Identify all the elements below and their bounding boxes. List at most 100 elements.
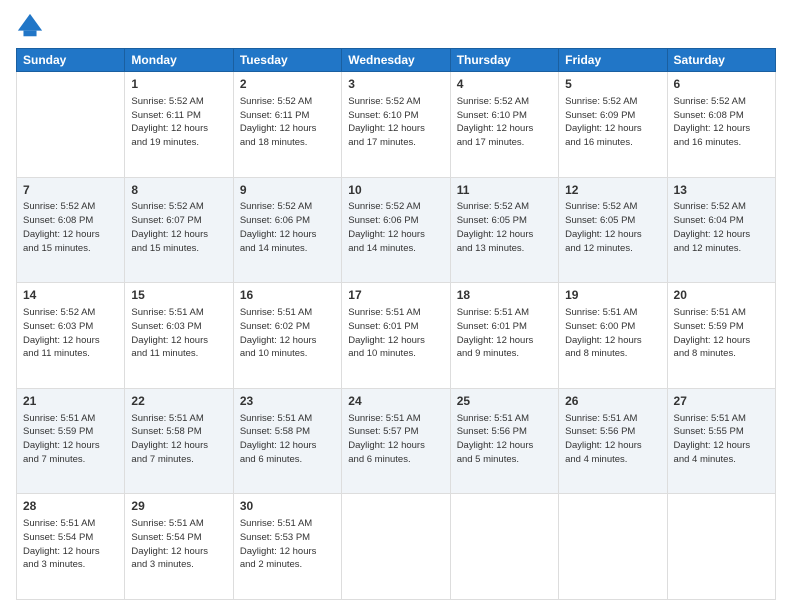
calendar-cell: 4 Sunrise: 5:52 AM Sunset: 6:10 PM Daylig… [450,72,558,178]
calendar-cell: 3 Sunrise: 5:52 AM Sunset: 6:10 PM Daylig… [342,72,450,178]
calendar-cell [342,494,450,600]
day-header-monday: Monday [125,49,233,72]
calendar-cell: 29 Sunrise: 5:51 AM Sunset: 5:54 PM Dayli… [125,494,233,600]
calendar-cell: 18 Sunrise: 5:51 AM Sunset: 6:01 PM Dayli… [450,283,558,389]
calendar-cell: 7Sunrise: 5:52 AM Sunset: 6:08 PM Daylig… [17,177,125,283]
day-number: 26 [565,393,660,410]
day-info: Sunrise: 5:51 AM Sunset: 5:55 PM Dayligh… [674,412,769,467]
day-number: 27 [674,393,769,410]
week-row-2: 7Sunrise: 5:52 AM Sunset: 6:08 PM Daylig… [17,177,776,283]
calendar-cell: 17 Sunrise: 5:51 AM Sunset: 6:01 PM Dayli… [342,283,450,389]
week-row-1: 1 Sunrise: 5:52 AM Sunset: 6:11 PM Daylig… [17,72,776,178]
day-info: Sunrise: 5:51 AM Sunset: 5:58 PM Dayligh… [240,412,335,467]
day-info: Sunrise: 5:52 AM Sunset: 6:05 PM Dayligh… [457,200,552,255]
calendar-cell: 28 Sunrise: 5:51 AM Sunset: 5:54 PM Dayli… [17,494,125,600]
day-header-sunday: Sunday [17,49,125,72]
day-info: Sunrise: 5:51 AM Sunset: 5:59 PM Dayligh… [674,306,769,361]
day-number: 5 [565,76,660,93]
day-info: Sunrise: 5:52 AM Sunset: 6:08 PM Dayligh… [23,200,118,255]
day-number: 29 [131,498,226,515]
calendar-cell: 9Sunrise: 5:52 AM Sunset: 6:06 PM Daylig… [233,177,341,283]
calendar-cell [450,494,558,600]
week-row-3: 14Sunrise: 5:52 AM Sunset: 6:03 PM Dayli… [17,283,776,389]
calendar-cell: 8Sunrise: 5:52 AM Sunset: 6:07 PM Daylig… [125,177,233,283]
day-number: 19 [565,287,660,304]
day-number: 2 [240,76,335,93]
calendar-cell: 24 Sunrise: 5:51 AM Sunset: 5:57 PM Dayli… [342,388,450,494]
day-number: 12 [565,182,660,199]
calendar-cell: 21 Sunrise: 5:51 AM Sunset: 5:59 PM Dayli… [17,388,125,494]
header-row: SundayMondayTuesdayWednesdayThursdayFrid… [17,49,776,72]
calendar-page: SundayMondayTuesdayWednesdayThursdayFrid… [0,0,792,612]
day-header-friday: Friday [559,49,667,72]
day-info: Sunrise: 5:51 AM Sunset: 5:53 PM Dayligh… [240,517,335,572]
day-number: 24 [348,393,443,410]
calendar-cell: 13Sunrise: 5:52 AM Sunset: 6:04 PM Dayli… [667,177,775,283]
calendar-cell: 2Sunrise: 5:52 AM Sunset: 6:11 PM Daylig… [233,72,341,178]
calendar-cell: 6Sunrise: 5:52 AM Sunset: 6:08 PM Daylig… [667,72,775,178]
calendar-cell: 23 Sunrise: 5:51 AM Sunset: 5:58 PM Dayli… [233,388,341,494]
calendar-cell: 26 Sunrise: 5:51 AM Sunset: 5:56 PM Dayli… [559,388,667,494]
day-number: 28 [23,498,118,515]
day-header-saturday: Saturday [667,49,775,72]
day-number: 20 [674,287,769,304]
day-info: Sunrise: 5:51 AM Sunset: 5:56 PM Dayligh… [457,412,552,467]
day-header-wednesday: Wednesday [342,49,450,72]
day-header-tuesday: Tuesday [233,49,341,72]
day-info: Sunrise: 5:51 AM Sunset: 6:03 PM Dayligh… [131,306,226,361]
calendar-table: SundayMondayTuesdayWednesdayThursdayFrid… [16,48,776,600]
week-row-5: 28 Sunrise: 5:51 AM Sunset: 5:54 PM Dayli… [17,494,776,600]
calendar-cell: 16Sunrise: 5:51 AM Sunset: 6:02 PM Dayli… [233,283,341,389]
calendar-cell: 5 Sunrise: 5:52 AM Sunset: 6:09 PM Daylig… [559,72,667,178]
day-info: Sunrise: 5:52 AM Sunset: 6:10 PM Dayligh… [348,95,443,150]
day-number: 18 [457,287,552,304]
day-number: 25 [457,393,552,410]
day-info: Sunrise: 5:52 AM Sunset: 6:08 PM Dayligh… [674,95,769,150]
day-info: Sunrise: 5:51 AM Sunset: 6:01 PM Dayligh… [457,306,552,361]
day-number: 7 [23,182,118,199]
calendar-cell: 10Sunrise: 5:52 AM Sunset: 6:06 PM Dayli… [342,177,450,283]
day-info: Sunrise: 5:52 AM Sunset: 6:06 PM Dayligh… [348,200,443,255]
calendar-cell: 22 Sunrise: 5:51 AM Sunset: 5:58 PM Dayli… [125,388,233,494]
day-number: 15 [131,287,226,304]
day-info: Sunrise: 5:52 AM Sunset: 6:04 PM Dayligh… [674,200,769,255]
day-info: Sunrise: 5:52 AM Sunset: 6:09 PM Dayligh… [565,95,660,150]
calendar-cell: 27 Sunrise: 5:51 AM Sunset: 5:55 PM Dayli… [667,388,775,494]
day-number: 21 [23,393,118,410]
day-info: Sunrise: 5:51 AM Sunset: 5:56 PM Dayligh… [565,412,660,467]
day-info: Sunrise: 5:52 AM Sunset: 6:10 PM Dayligh… [457,95,552,150]
day-info: Sunrise: 5:52 AM Sunset: 6:11 PM Dayligh… [131,95,226,150]
calendar-cell [667,494,775,600]
calendar-cell: 19Sunrise: 5:51 AM Sunset: 6:00 PM Dayli… [559,283,667,389]
day-info: Sunrise: 5:51 AM Sunset: 5:54 PM Dayligh… [131,517,226,572]
day-info: Sunrise: 5:51 AM Sunset: 5:58 PM Dayligh… [131,412,226,467]
day-number: 11 [457,182,552,199]
day-number: 22 [131,393,226,410]
calendar-cell: 20 Sunrise: 5:51 AM Sunset: 5:59 PM Dayli… [667,283,775,389]
day-number: 17 [348,287,443,304]
day-number: 9 [240,182,335,199]
day-info: Sunrise: 5:52 AM Sunset: 6:03 PM Dayligh… [23,306,118,361]
day-info: Sunrise: 5:51 AM Sunset: 5:57 PM Dayligh… [348,412,443,467]
day-number: 13 [674,182,769,199]
header [16,12,776,40]
day-info: Sunrise: 5:51 AM Sunset: 5:54 PM Dayligh… [23,517,118,572]
day-info: Sunrise: 5:51 AM Sunset: 6:01 PM Dayligh… [348,306,443,361]
calendar-cell [559,494,667,600]
day-number: 8 [131,182,226,199]
day-info: Sunrise: 5:51 AM Sunset: 5:59 PM Dayligh… [23,412,118,467]
calendar-cell: 30Sunrise: 5:51 AM Sunset: 5:53 PM Dayli… [233,494,341,600]
calendar-cell [17,72,125,178]
day-info: Sunrise: 5:52 AM Sunset: 6:06 PM Dayligh… [240,200,335,255]
day-number: 3 [348,76,443,93]
logo-icon [16,12,44,40]
day-info: Sunrise: 5:52 AM Sunset: 6:07 PM Dayligh… [131,200,226,255]
day-info: Sunrise: 5:52 AM Sunset: 6:05 PM Dayligh… [565,200,660,255]
calendar-cell: 1 Sunrise: 5:52 AM Sunset: 6:11 PM Daylig… [125,72,233,178]
calendar-cell: 15 Sunrise: 5:51 AM Sunset: 6:03 PM Dayli… [125,283,233,389]
day-number: 1 [131,76,226,93]
day-number: 4 [457,76,552,93]
day-number: 10 [348,182,443,199]
logo [16,12,48,40]
day-number: 23 [240,393,335,410]
